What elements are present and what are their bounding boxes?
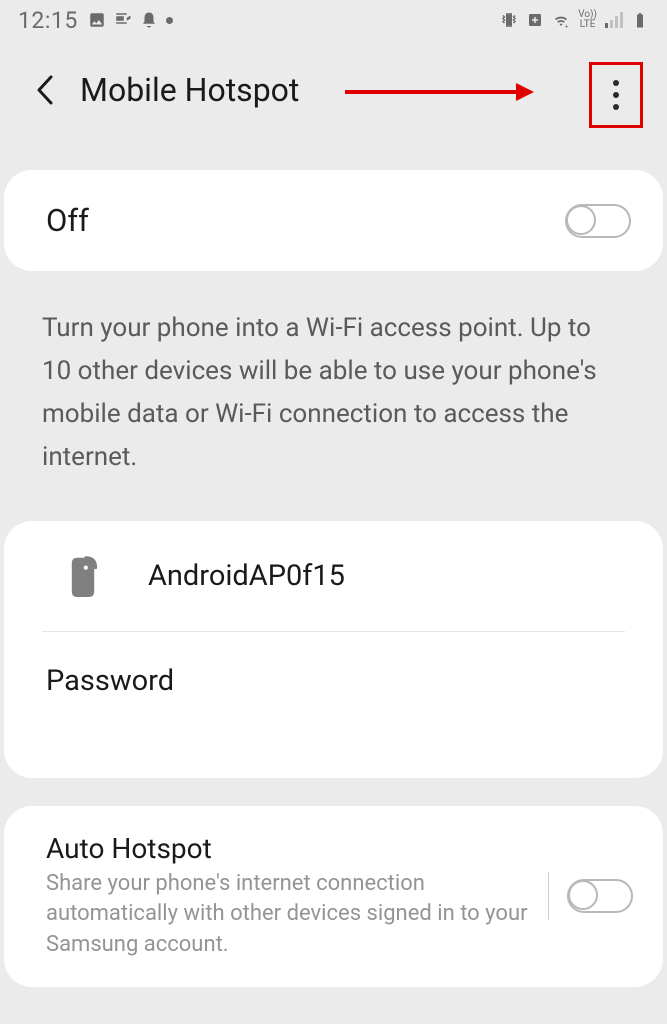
signal-icon <box>605 12 623 28</box>
hotspot-icon <box>66 555 100 597</box>
app-header: Mobile Hotspot <box>0 40 667 140</box>
image-icon <box>88 11 106 29</box>
hotspot-status-label: Off <box>46 202 89 239</box>
status-right: + Vo)) LTE <box>500 10 649 30</box>
status-icons-left <box>88 11 173 29</box>
auto-hotspot-card: Auto Hotspot Share your phone's internet… <box>4 806 663 987</box>
network-name-row[interactable]: AndroidAP0f15 <box>4 521 663 631</box>
chevron-left-icon <box>36 75 54 105</box>
more-vertical-icon <box>613 80 619 110</box>
auto-hotspot-title: Auto Hotspot <box>46 832 548 865</box>
back-button[interactable] <box>30 75 60 105</box>
vertical-divider <box>548 872 549 920</box>
battery-icon <box>631 11 649 29</box>
auto-hotspot-toggle[interactable] <box>567 879 633 913</box>
data-saver-icon <box>526 11 544 29</box>
password-label: Password <box>46 664 174 698</box>
status-time: 12:15 <box>18 7 78 34</box>
notification-icon <box>140 11 158 29</box>
hotspot-description: Turn your phone into a Wi-Fi access poin… <box>0 271 667 509</box>
auto-hotspot-right <box>548 872 633 920</box>
video-off-icon <box>114 11 132 29</box>
more-options-button[interactable] <box>589 62 643 128</box>
auto-hotspot-description: Share your phone's internet connection a… <box>46 869 548 961</box>
page-title: Mobile Hotspot <box>80 71 299 109</box>
svg-text:+: + <box>565 23 569 29</box>
password-row[interactable]: Password <box>4 632 663 778</box>
toggle-knob <box>566 205 596 235</box>
toggle-knob <box>568 880 598 910</box>
network-name: AndroidAP0f15 <box>148 559 345 593</box>
wifi-icon: + <box>552 11 570 29</box>
status-left: 12:15 <box>18 7 173 34</box>
vibrate-icon <box>500 11 518 29</box>
hotspot-toggle-card: Off <box>4 170 663 271</box>
more-notifications-icon <box>166 17 173 24</box>
annotation-arrow <box>345 90 520 94</box>
status-bar: 12:15 + Vo)) LTE <box>0 0 667 40</box>
volte-indicator: Vo)) LTE <box>578 10 597 30</box>
hotspot-toggle[interactable] <box>565 204 631 238</box>
auto-hotspot-info[interactable]: Auto Hotspot Share your phone's internet… <box>46 832 548 961</box>
network-info-card: AndroidAP0f15 Password <box>4 521 663 778</box>
